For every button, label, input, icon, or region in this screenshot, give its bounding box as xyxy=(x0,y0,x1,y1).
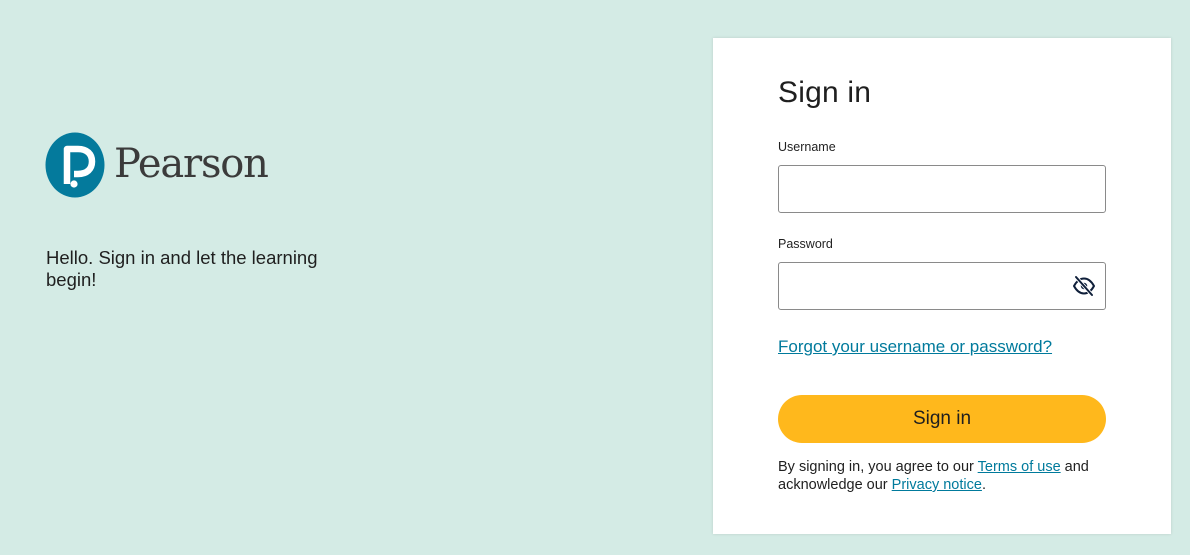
pearson-wordmark: Pearson xyxy=(114,141,269,187)
signin-button[interactable]: Sign in xyxy=(778,395,1106,443)
legal-notice: By signing in, you agree to our Terms of… xyxy=(778,458,1123,494)
pearson-logo: Pearson xyxy=(45,132,269,198)
show-password-toggle[interactable] xyxy=(1072,275,1096,297)
username-input[interactable] xyxy=(778,165,1106,213)
legal-suffix: . xyxy=(981,477,986,493)
username-label: Username xyxy=(778,140,836,154)
password-input[interactable] xyxy=(778,262,1106,310)
terms-of-use-link[interactable]: Terms of use xyxy=(978,459,1061,475)
eye-slash-icon xyxy=(1073,275,1095,297)
signin-title: Sign in xyxy=(778,76,872,109)
welcome-tagline: Hello. Sign in and let the learning begi… xyxy=(46,247,318,290)
pearson-logo-icon xyxy=(45,132,105,198)
legal-prefix: By signing in, you agree to our xyxy=(778,459,978,475)
forgot-credentials-link[interactable]: Forgot your username or password? xyxy=(778,337,1052,357)
signin-card: Sign in Username Password Forgot your us… xyxy=(713,38,1171,534)
password-label: Password xyxy=(778,237,833,251)
privacy-notice-link[interactable]: Privacy notice xyxy=(892,477,982,493)
